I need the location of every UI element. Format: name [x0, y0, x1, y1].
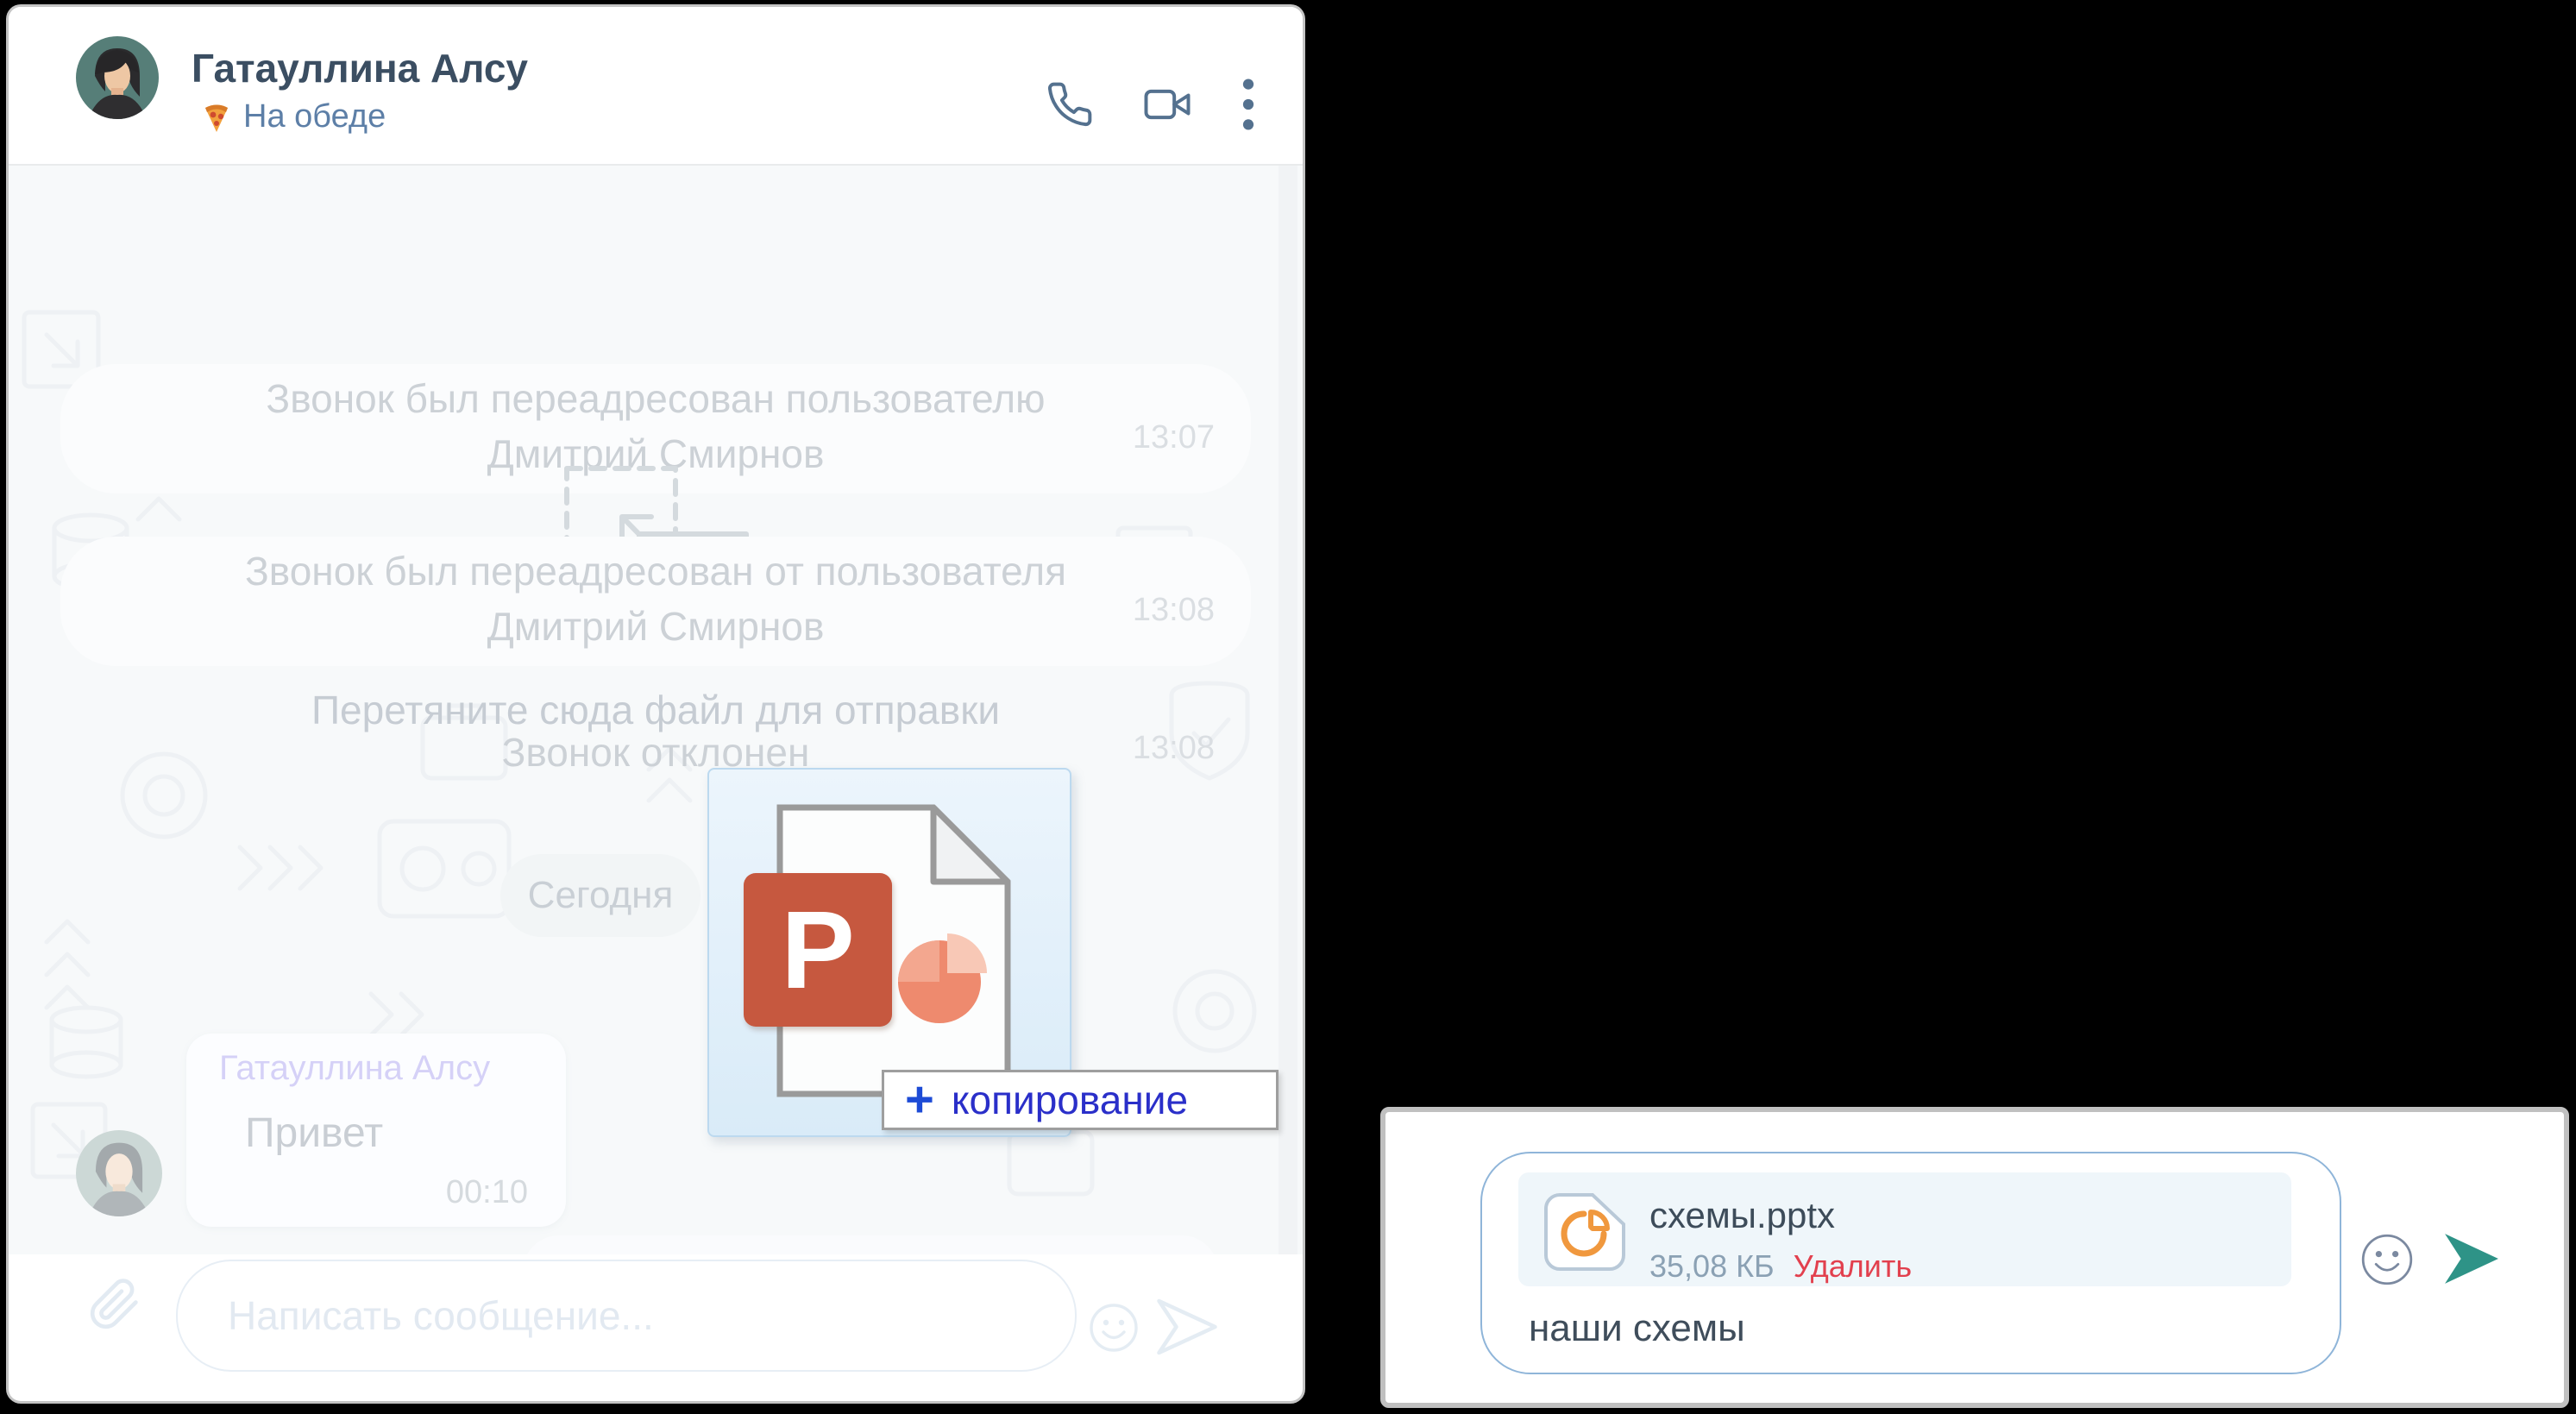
call-icon[interactable] [1046, 80, 1094, 129]
date-divider: Сегодня [500, 854, 701, 937]
message-author: Гатауллина Алсу [219, 1049, 490, 1088]
compose-panel: схемы.pptx 35,08 КБ Удалить наши схемы [1380, 1107, 2569, 1408]
copy-tooltip-label: копирование [952, 1077, 1188, 1123]
contact-name: Гатауллина Алсу [192, 45, 528, 91]
emoji-picker-icon[interactable] [1089, 1303, 1139, 1353]
outgoing-message[interactable]: встреча запланирована! 01:59 ✓✓ ✎ [523, 1235, 1218, 1254]
more-menu-icon[interactable] [1241, 78, 1256, 131]
video-call-icon[interactable] [1140, 80, 1194, 129]
message-time: 00:10 [446, 1174, 528, 1211]
status-text: На обеде [243, 98, 386, 135]
powerpoint-letter: P [781, 887, 854, 1014]
incoming-message[interactable]: Гатауллина Алсу Привет 00:10 [186, 1034, 566, 1227]
contact-status: На обеде [200, 98, 386, 135]
presentation-file-icon [1544, 1191, 1629, 1273]
attachment-filename: схемы.pptx [1649, 1195, 1835, 1236]
message-input-placeholder: Написать сообщение... [228, 1292, 654, 1339]
message-list[interactable]: Звонок был переадресован пользователю Дм… [9, 166, 1303, 1254]
chat-header: Гатауллина Алсу На обеде [9, 7, 1303, 164]
avatar[interactable] [76, 36, 159, 119]
drag-copy-tooltip: + копирование [882, 1070, 1279, 1130]
emoji-picker-icon[interactable] [2360, 1233, 2414, 1286]
message-avatar[interactable] [76, 1130, 162, 1216]
message-time: 13:07 [1133, 419, 1215, 456]
pizza-status-icon [200, 101, 233, 134]
message-time: 13:08 [1133, 730, 1215, 767]
plus-icon: + [905, 1075, 934, 1125]
powerpoint-badge: P [744, 873, 892, 1027]
attach-file-icon[interactable] [88, 1277, 141, 1332]
message-text: Привет [245, 1109, 383, 1157]
system-message: Звонок отклонен 13:08 [60, 725, 1251, 778]
send-message-icon[interactable] [1153, 1292, 1222, 1361]
message-input[interactable]: Написать сообщение... [176, 1260, 1077, 1372]
draft-text[interactable]: наши схемы [1529, 1307, 1745, 1350]
system-message-text: Звонок был переадресован от пользователя… [220, 537, 1091, 654]
send-message-icon[interactable] [2443, 1229, 2500, 1288]
attachment-remove-link[interactable]: Удалить [1794, 1248, 1912, 1285]
system-message: Звонок был переадресован от пользователя… [60, 537, 1251, 666]
chat-window: Гатауллина Алсу На обеде [9, 7, 1303, 1401]
message-time: 13:08 [1133, 592, 1215, 629]
attachment-filesize: 35,08 КБ [1649, 1248, 1775, 1285]
